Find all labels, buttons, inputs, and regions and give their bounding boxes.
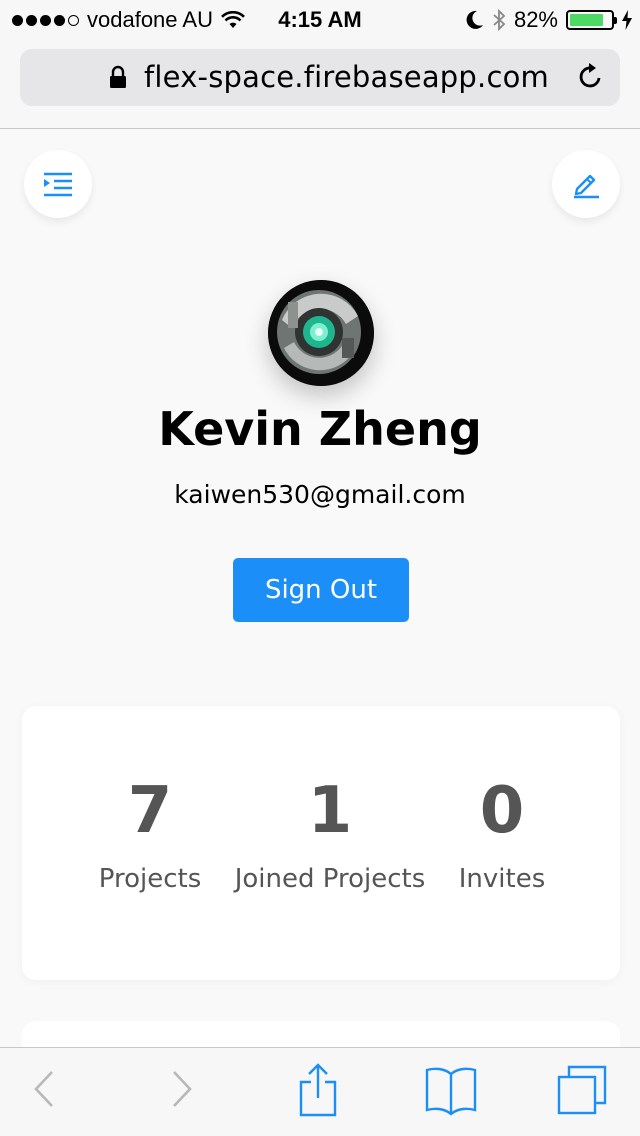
- stat-joined-projects[interactable]: 1 Joined Projects: [230, 772, 430, 894]
- chevron-right-icon[interactable]: [170, 1066, 196, 1112]
- chevron-left-icon[interactable]: [30, 1066, 56, 1112]
- lock-icon: [110, 65, 126, 88]
- edit-profile-button[interactable]: [552, 150, 620, 218]
- stat-label: Projects: [98, 864, 202, 894]
- avatar-image: [268, 280, 374, 386]
- next-card: [22, 1021, 620, 1047]
- charging-bolt-icon: [622, 10, 632, 30]
- stat-value: 7: [127, 774, 173, 848]
- profile-page: Kevin Zheng kaiwen530@gmail.com Sign Out…: [0, 130, 640, 1047]
- address-bar[interactable]: flex-space.firebaseapp.com: [20, 49, 620, 106]
- stat-value: 1: [307, 774, 353, 848]
- url-text: flex-space.firebaseapp.com: [144, 60, 549, 94]
- stats-card: 7 Projects 1 Joined Projects 0 Invites: [22, 706, 620, 980]
- status-left: vodafone AU: [12, 7, 245, 33]
- carrier-name: vodafone AU: [87, 7, 213, 32]
- stat-value: 0: [479, 774, 525, 848]
- reload-icon[interactable]: [576, 62, 606, 92]
- battery-icon: [566, 10, 617, 30]
- sign-out-button[interactable]: Sign Out: [233, 558, 409, 622]
- signal-strength-icon: [12, 14, 79, 26]
- stat-label: Invites: [458, 864, 546, 894]
- browser-address-area: flex-space.firebaseapp.com: [0, 40, 640, 129]
- pencil-icon: [574, 174, 599, 199]
- menu-button[interactable]: [24, 150, 92, 218]
- battery-percent: 82%: [513, 7, 558, 32]
- status-bar: vodafone AU 4:15 AM 82%: [0, 0, 640, 40]
- status-right: 82%: [466, 7, 632, 33]
- battery-level: [570, 14, 603, 26]
- stat-label: Joined Projects: [234, 864, 426, 894]
- wifi-icon: [221, 11, 245, 28]
- browser-toolbar: [0, 1047, 640, 1136]
- book-icon[interactable]: [424, 1066, 478, 1116]
- stat-projects[interactable]: 7 Projects: [80, 772, 220, 894]
- avatar: [268, 280, 374, 386]
- bluetooth-icon: [493, 9, 506, 31]
- user-email: kaiwen530@gmail.com: [174, 480, 466, 509]
- stat-invites[interactable]: 0 Invites: [442, 772, 562, 894]
- menu-indent-icon: [44, 172, 72, 197]
- tabs-icon[interactable]: [556, 1064, 610, 1118]
- moon-icon: [466, 10, 483, 29]
- user-name: Kevin Zheng: [158, 402, 482, 456]
- share-icon[interactable]: [298, 1062, 338, 1118]
